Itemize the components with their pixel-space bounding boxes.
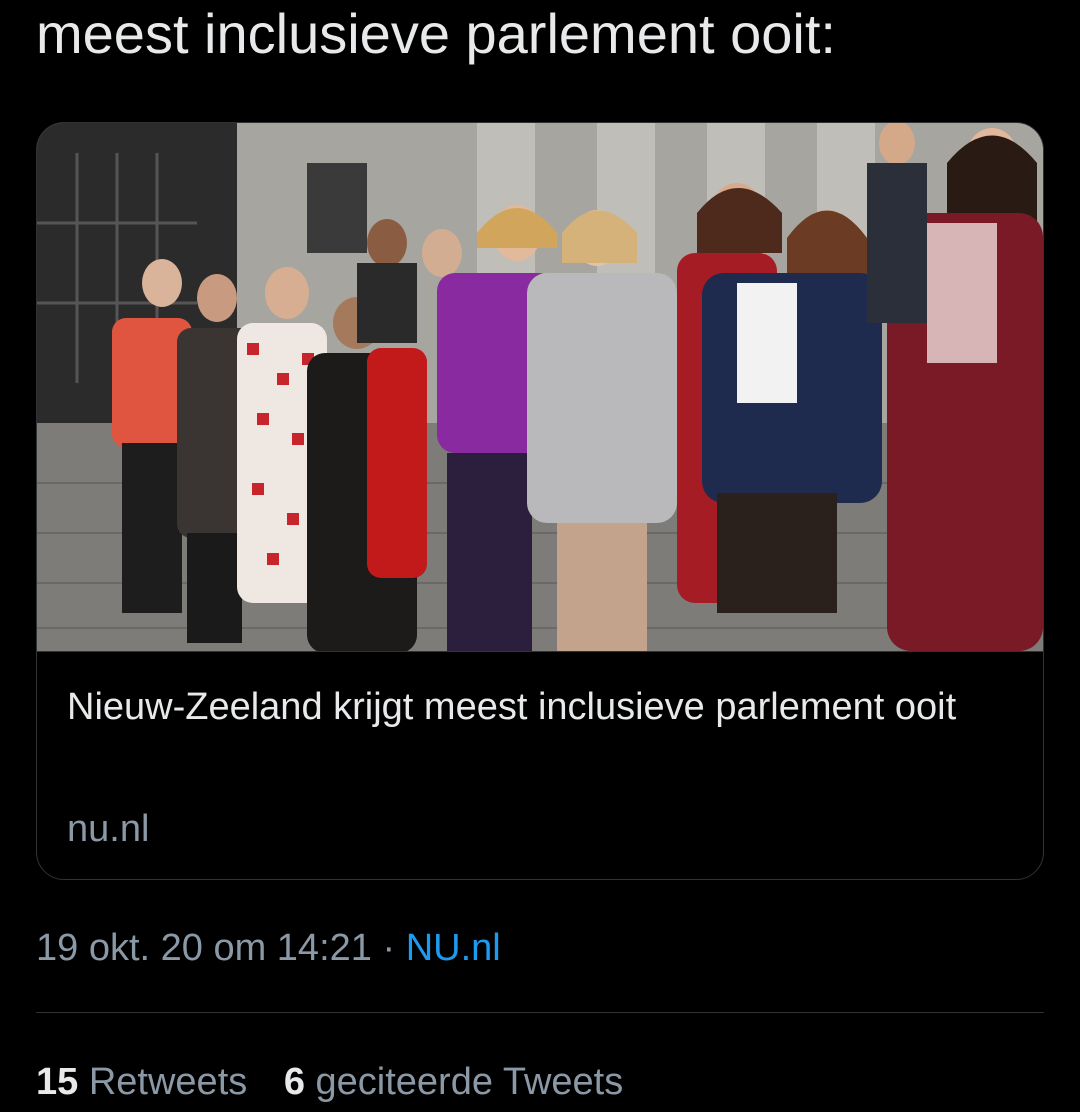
tweet-text: meest inclusieve parlement ooit: bbox=[36, 2, 836, 65]
tweet-meta: 19 okt. 20 om 14:21 · NU.nl bbox=[36, 918, 501, 978]
tweet-stats: 15 Retweets 6 geciteerde Tweets bbox=[36, 1052, 649, 1112]
link-preview-card[interactable]: Nieuw-Zeeland krijgt meest inclusieve pa… bbox=[36, 122, 1044, 880]
card-image bbox=[37, 123, 1043, 652]
tweet-timestamp[interactable]: 19 okt. 20 om 14:21 bbox=[36, 927, 372, 969]
retweets-count: 15 bbox=[36, 1061, 79, 1103]
retweets-stat[interactable]: 15 Retweets bbox=[36, 1061, 247, 1103]
quotes-label: geciteerde Tweets bbox=[315, 1061, 624, 1103]
quote-tweets-stat[interactable]: 6 geciteerde Tweets bbox=[284, 1061, 623, 1103]
retweets-label: Retweets bbox=[88, 1061, 248, 1103]
card-title[interactable]: Nieuw-Zeeland krijgt meest inclusieve pa… bbox=[67, 677, 967, 737]
divider bbox=[36, 1012, 1044, 1013]
meta-separator: · bbox=[371, 927, 406, 969]
card-domain: nu.nl bbox=[67, 808, 150, 850]
quotes-count: 6 bbox=[283, 1061, 305, 1103]
tweet-source-link[interactable]: NU.nl bbox=[406, 927, 501, 969]
